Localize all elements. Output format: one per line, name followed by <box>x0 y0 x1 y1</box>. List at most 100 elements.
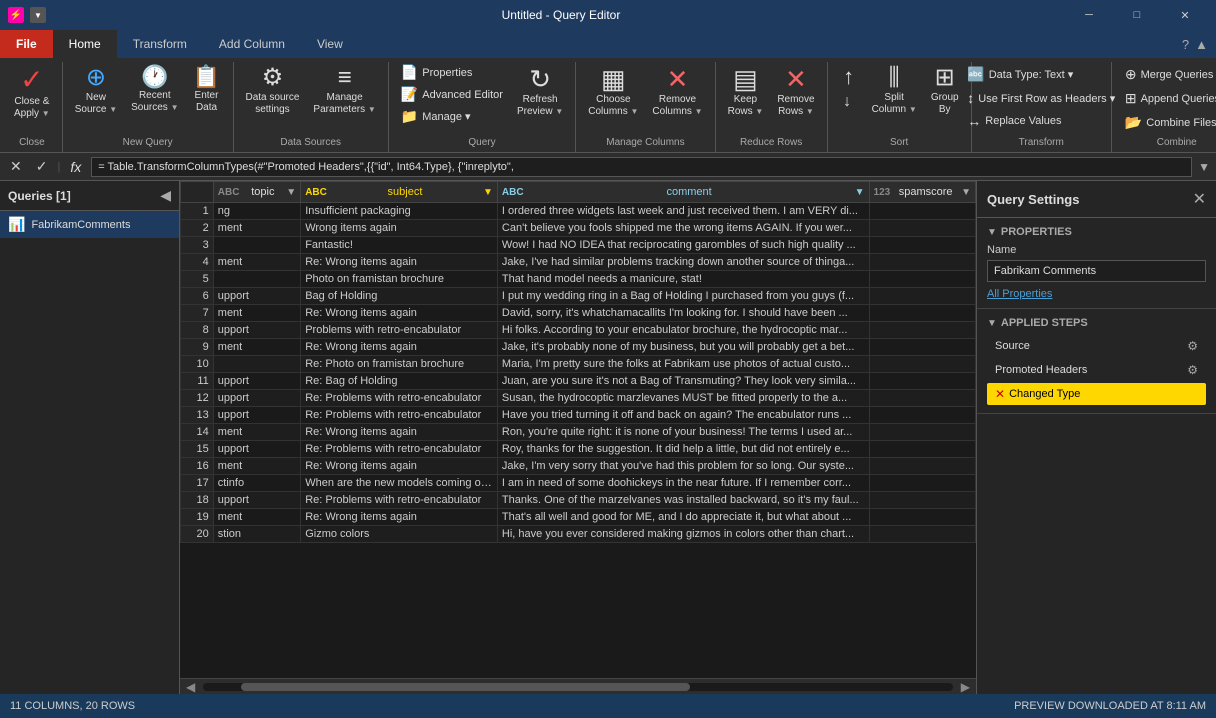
choose-columns-button[interactable]: ▦ ChooseColumns ▼ <box>582 62 644 122</box>
data-source-settings-button[interactable]: ⚙ Data sourcesettings <box>240 62 306 120</box>
cell-subject: Re: Problems with retro-encabulator <box>301 407 498 424</box>
tab-home[interactable]: Home <box>53 30 117 58</box>
data-type-button[interactable]: 🔤 Data Type: Text ▾ <box>961 64 1079 85</box>
keep-rows-button[interactable]: ▤ KeepRows ▼ <box>722 62 770 122</box>
table-row[interactable]: 20stionGizmo colorsHi, have you ever con… <box>181 526 976 543</box>
new-source-button[interactable]: ⊕ NewSource ▼ <box>69 62 123 120</box>
step-promoted-headers-gear-icon[interactable]: ⚙ <box>1187 363 1198 377</box>
formula-input[interactable] <box>91 157 1192 177</box>
combine-files-button[interactable]: 📂 Combine Files <box>1119 112 1216 133</box>
table-row[interactable]: 9mentRe: Wrong items againJake, it's pro… <box>181 339 976 356</box>
ribbon-group-transform: 🔤 Data Type: Text ▾ ↕ Use First Row as H… <box>972 62 1112 152</box>
table-row[interactable]: 6upportBag of HoldingI put my wedding ri… <box>181 288 976 305</box>
manage-label: Manage ▾ <box>422 110 470 123</box>
scroll-right-button[interactable]: ▶ <box>957 680 974 694</box>
tab-view[interactable]: View <box>301 30 359 58</box>
use-first-row-button[interactable]: ↕ Use First Row as Headers ▾ <box>961 88 1121 108</box>
cell-comment: Ron, you're quite right: it is none of y… <box>497 424 869 441</box>
tab-add-column[interactable]: Add Column <box>203 30 301 58</box>
step-promoted-headers[interactable]: Promoted Headers ⚙ <box>987 359 1206 381</box>
maximize-button[interactable]: □ <box>1114 0 1160 30</box>
row-number: 7 <box>181 305 214 322</box>
advanced-editor-button[interactable]: 📝 Advanced Editor <box>395 84 509 105</box>
table-row[interactable]: 5Photo on framistan brochureThat hand mo… <box>181 271 976 288</box>
col-header-subject[interactable]: ABC subject ▼ <box>301 182 498 203</box>
query-name-input[interactable] <box>987 260 1206 282</box>
table-row[interactable]: 19mentRe: Wrong items againThat's all we… <box>181 509 976 526</box>
remove-columns-button[interactable]: ✕ RemoveColumns ▼ <box>646 62 708 122</box>
table-row[interactable]: 12upportRe: Problems with retro-encabula… <box>181 390 976 407</box>
recent-sources-button[interactable]: 🕐 RecentSources ▼ <box>125 62 184 118</box>
query-item-fabrikam[interactable]: 📊 FabrikamComments <box>0 211 179 238</box>
grid-scrollbar[interactable]: ◀ ▶ <box>180 678 976 694</box>
table-row[interactable]: 10Re: Photo on framistan brochureMaria, … <box>181 356 976 373</box>
col-dropdown-subject[interactable]: ▼ <box>483 187 493 198</box>
split-column-button[interactable]: ⫼ SplitColumn ▼ <box>866 62 923 120</box>
row-number: 16 <box>181 458 214 475</box>
sort-ascending-button[interactable]: ↑↓ <box>834 62 864 116</box>
col-dropdown-comment[interactable]: ▼ <box>855 187 865 198</box>
tab-file[interactable]: File <box>0 30 53 58</box>
append-queries-button[interactable]: ⊞ Append Queries ▾ <box>1119 88 1216 109</box>
combine-files-label: Combine Files <box>1146 117 1216 129</box>
window-controls[interactable]: ─ □ ✕ <box>1066 0 1208 30</box>
merge-queries-button[interactable]: ⊕ Merge Queries ▾ <box>1119 64 1216 85</box>
cell-subject: Bag of Holding <box>301 288 498 305</box>
col-name-topic: topic <box>243 186 282 198</box>
refresh-preview-button[interactable]: ↻ RefreshPreview ▼ <box>511 62 569 122</box>
cell-topic: upport <box>213 407 300 424</box>
table-row[interactable]: 15upportRe: Problems with retro-encabula… <box>181 441 976 458</box>
formula-confirm-button[interactable]: ✓ <box>32 156 52 177</box>
scroll-left-button[interactable]: ◀ <box>182 680 199 694</box>
step-changed-type-label: Changed Type <box>1009 388 1198 400</box>
cell-spamscore <box>869 458 975 475</box>
step-changed-type[interactable]: ✕ Changed Type <box>987 383 1206 405</box>
table-row[interactable]: 18upportRe: Problems with retro-encabula… <box>181 492 976 509</box>
col-header-spamscore[interactable]: 123 spamscore ▼ <box>869 182 975 203</box>
col-header-comment[interactable]: ABC comment ▼ <box>497 182 869 203</box>
replace-values-button[interactable]: ↔ Replace Values <box>961 111 1067 131</box>
ribbon-help-icon[interactable]: ? <box>1182 37 1189 52</box>
dropdown-icon[interactable]: ▼ <box>30 7 46 23</box>
tab-transform[interactable]: Transform <box>117 30 203 58</box>
table-row[interactable]: 11upportRe: Bag of HoldingJuan, are you … <box>181 373 976 390</box>
table-row[interactable]: 14mentRe: Wrong items againRon, you're q… <box>181 424 976 441</box>
close-apply-button[interactable]: ✓ Close &Apply ▼ <box>8 62 56 124</box>
all-properties-link[interactable]: All Properties <box>987 288 1052 300</box>
table-row[interactable]: 17ctinfoWhen are the new models coming o… <box>181 475 976 492</box>
table-row[interactable]: 4mentRe: Wrong items againJake, I've had… <box>181 254 976 271</box>
split-column-icon: ⫼ <box>889 66 900 90</box>
minimize-button[interactable]: ─ <box>1066 0 1112 30</box>
manage-button[interactable]: 📁 Manage ▾ <box>395 106 509 127</box>
table-row[interactable]: 13upportRe: Problems with retro-encabula… <box>181 407 976 424</box>
close-button[interactable]: ✕ <box>1162 0 1208 30</box>
table-row[interactable]: 8upportProblems with retro-encabulatorHi… <box>181 322 976 339</box>
table-row[interactable]: 2mentWrong items againCan't believe you … <box>181 220 976 237</box>
step-source-gear-icon[interactable]: ⚙ <box>1187 339 1198 353</box>
cell-spamscore <box>869 526 975 543</box>
col-dropdown-topic[interactable]: ▼ <box>286 187 296 198</box>
step-source[interactable]: Source ⚙ <box>987 335 1206 357</box>
query-settings-panel: Query Settings ✕ ▼ PROPERTIES Name All P… <box>976 181 1216 694</box>
table-row[interactable]: 1ngInsufficient packagingI ordered three… <box>181 203 976 220</box>
properties-button[interactable]: 📄 Properties <box>395 62 509 83</box>
table-row[interactable]: 3Fantastic!Wow! I had NO IDEA that recip… <box>181 237 976 254</box>
query-settings-close-button[interactable]: ✕ <box>1193 189 1206 209</box>
data-grid[interactable]: ABC topic ▼ ABC subject ▼ <box>180 181 976 678</box>
formula-expand-button[interactable]: ▼ <box>1198 160 1210 174</box>
remove-rows-icon: ✕ <box>785 66 807 92</box>
col-dropdown-spamscore[interactable]: ▼ <box>961 187 971 198</box>
formula-cancel-button[interactable]: ✕ <box>6 156 26 177</box>
ribbon-tab-bar: File Home Transform Add Column View ? ▲ <box>0 30 1216 58</box>
choose-columns-icon: ▦ <box>601 66 626 92</box>
ribbon-collapse-icon[interactable]: ▲ <box>1195 37 1208 52</box>
manage-parameters-button[interactable]: ≡ ManageParameters ▼ <box>307 62 381 120</box>
row-number: 3 <box>181 237 214 254</box>
remove-rows-button[interactable]: ✕ RemoveRows ▼ <box>771 62 820 122</box>
table-row[interactable]: 7mentRe: Wrong items againDavid, sorry, … <box>181 305 976 322</box>
enter-data-button[interactable]: 📋 EnterData <box>187 62 227 118</box>
group-by-button[interactable]: ⊞ GroupBy <box>925 62 965 120</box>
table-row[interactable]: 16mentRe: Wrong items againJake, I'm ver… <box>181 458 976 475</box>
queries-panel-collapse-button[interactable]: ◀ <box>160 187 171 204</box>
col-header-topic[interactable]: ABC topic ▼ <box>213 182 300 203</box>
